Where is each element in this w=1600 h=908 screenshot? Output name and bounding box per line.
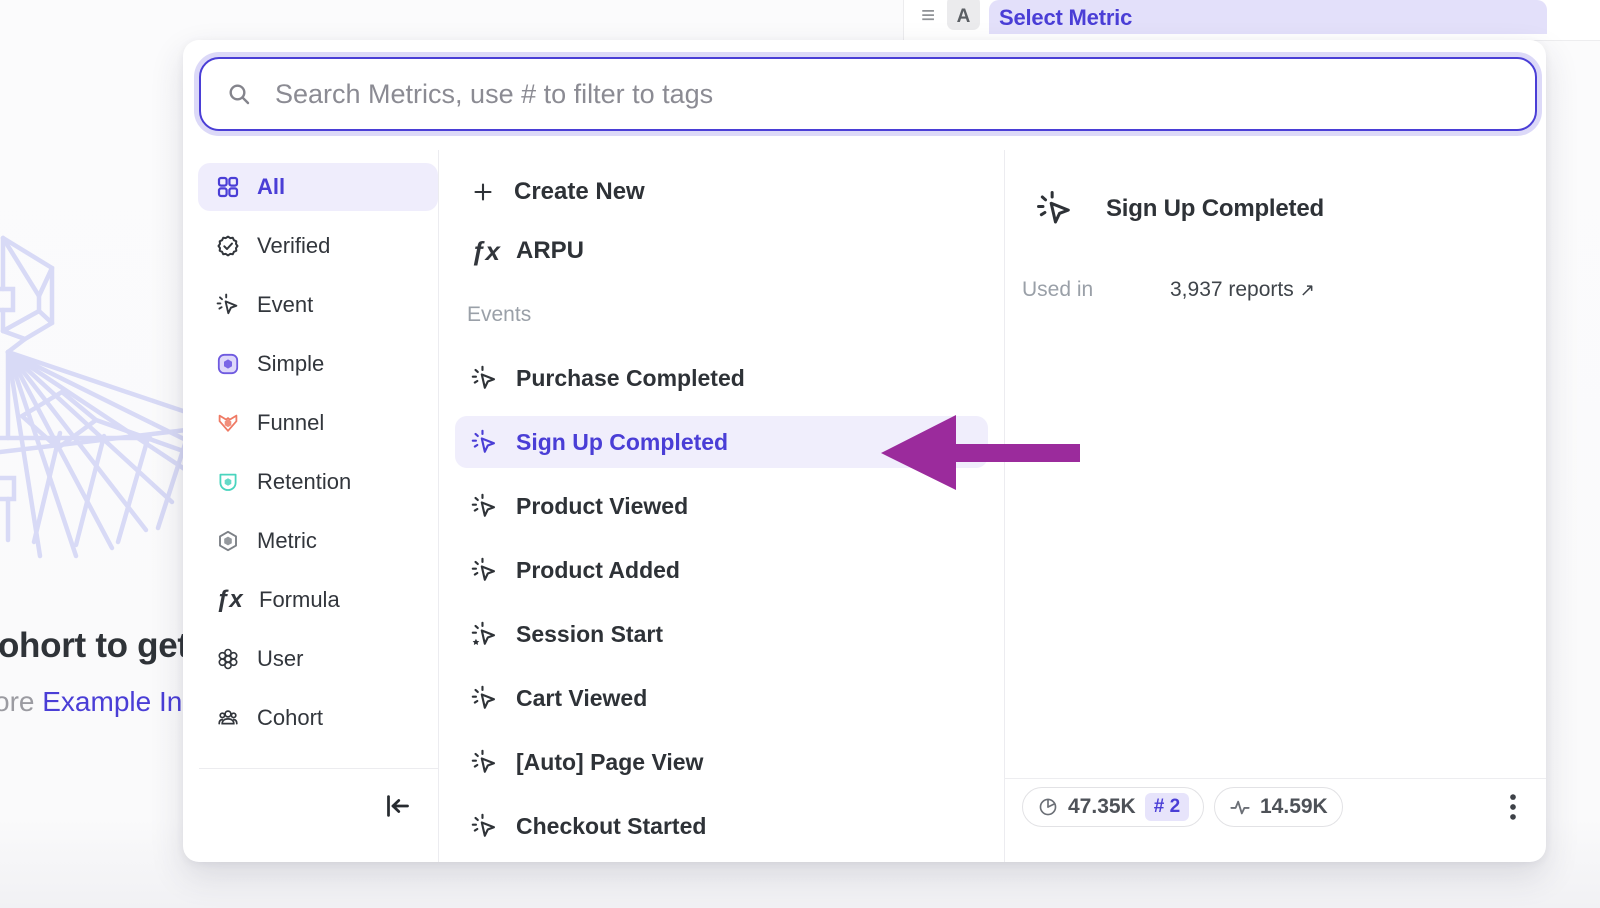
event-cursor-icon (216, 293, 240, 317)
search-input[interactable] (275, 79, 1509, 110)
used-in-row: Used in 3,937 reports ↗ (1022, 278, 1522, 302)
kebab-menu-icon[interactable] (1496, 790, 1530, 824)
sidebar-item-event[interactable]: Event (198, 281, 438, 329)
search-icon (227, 82, 251, 106)
used-in-reports-link[interactable]: 3,937 reports ↗ (1170, 278, 1315, 302)
verified-badge-icon (216, 234, 240, 258)
detail-header: Sign Up Completed (1036, 190, 1324, 228)
sidebar-item-label: Metric (257, 528, 317, 554)
sidebar-item-label: Event (257, 292, 313, 318)
list-item-label: [Auto] Page View (516, 749, 703, 776)
background-link-prefix: ore (0, 686, 42, 717)
sidebar-item-user[interactable]: User (198, 635, 438, 683)
sidebar-item-label: User (257, 646, 303, 672)
cohort-people-icon (216, 706, 240, 730)
create-new-button[interactable]: Create New (455, 168, 988, 216)
metric-picker-dialog: All Verified Event Simple Funnel Retenti… (183, 40, 1546, 862)
list-item-label: Checkout Started (516, 813, 706, 840)
retention-icon (216, 470, 240, 494)
sidebar-item-all[interactable]: All (198, 163, 438, 211)
sidebar-item-formula[interactable]: ƒx Formula (198, 576, 438, 624)
grid-icon (216, 175, 240, 199)
list-item-label: Session Start (516, 621, 663, 648)
sidebar-item-label: Funnel (257, 410, 324, 436)
list-item-product-viewed[interactable]: Product Viewed (455, 480, 988, 532)
list-item-sign-up-completed[interactable]: Sign Up Completed (455, 416, 988, 468)
list-item-cart-viewed[interactable]: Cart Viewed (455, 672, 988, 724)
detail-divider (1004, 150, 1005, 862)
metric-type-sidebar: All Verified Event Simple Funnel Retenti… (198, 163, 438, 753)
event-cursor-icon (471, 749, 498, 776)
event-cursor-icon (471, 429, 498, 456)
metric-list: Create New ƒx ARPU Events Purchase Compl… (455, 168, 988, 864)
list-item-label: Product Viewed (516, 493, 688, 520)
detail-footer-divider (1004, 778, 1546, 779)
sidebar-item-simple[interactable]: Simple (198, 340, 438, 388)
event-cursor-star-icon (471, 621, 498, 648)
list-item-arpu[interactable]: ƒx ARPU (455, 227, 988, 275)
background-link-line: ore Example Ins (0, 686, 196, 718)
rank-chip: # 2 (1145, 793, 1189, 821)
sidebar-footer-divider (199, 768, 438, 769)
pulse-icon (1229, 796, 1251, 818)
list-item-label: Product Added (516, 557, 680, 584)
funnel-icon (216, 411, 240, 435)
query-builder-panel: ≡ A Select Metric (903, 0, 1600, 40)
list-item-purchase-completed[interactable]: Purchase Completed (455, 352, 988, 404)
used-in-label: Used in (1022, 278, 1170, 302)
total-count-badge[interactable]: 47.35K # 2 (1022, 787, 1204, 827)
simple-metric-icon (216, 352, 240, 376)
event-cursor-icon (1036, 190, 1074, 228)
formula-fx-icon: ƒx (216, 586, 242, 614)
list-item-label: ARPU (516, 237, 584, 265)
formula-fx-icon: ƒx (471, 236, 497, 267)
event-cursor-icon (471, 493, 498, 520)
list-item-checkout-started[interactable]: Checkout Started (455, 800, 988, 852)
list-item-product-added[interactable]: Product Added (455, 544, 988, 596)
sidebar-item-label: Simple (257, 351, 324, 377)
create-new-label: Create New (514, 178, 645, 206)
list-item-session-start[interactable]: Session Start (455, 608, 988, 660)
select-metric-control[interactable]: Select Metric (989, 0, 1547, 34)
event-cursor-icon (471, 557, 498, 584)
sidebar-item-funnel[interactable]: Funnel (198, 399, 438, 447)
collapse-sidebar-icon[interactable] (382, 791, 412, 821)
total-count-value: 47.35K (1068, 795, 1136, 819)
sidebar-divider (438, 150, 439, 862)
list-item-auto-page-view[interactable]: [Auto] Page View (455, 736, 988, 788)
sidebar-item-retention[interactable]: Retention (198, 458, 438, 506)
sidebar-item-label: Formula (259, 587, 340, 613)
sidebar-item-cohort[interactable]: Cohort (198, 694, 438, 742)
example-insights-link[interactable]: Example Ins (42, 686, 196, 717)
user-cluster-icon (216, 647, 240, 671)
metric-hexagon-icon (216, 529, 240, 553)
activity-count-badge[interactable]: 14.59K (1214, 787, 1343, 827)
plus-icon (471, 180, 495, 204)
sidebar-item-label: Cohort (257, 705, 323, 731)
used-in-value: 3,937 reports (1170, 278, 1294, 301)
activity-count-value: 14.59K (1260, 795, 1328, 819)
sidebar-item-metric[interactable]: Metric (198, 517, 438, 565)
metric-search-box (199, 57, 1537, 131)
sidebar-item-verified[interactable]: Verified (198, 222, 438, 270)
events-section-header: Events (455, 300, 988, 330)
event-cursor-icon (471, 685, 498, 712)
sidebar-item-label: Retention (257, 469, 351, 495)
event-cursor-icon (471, 813, 498, 840)
series-a-badge: A (947, 0, 980, 30)
list-item-label: Cart Viewed (516, 685, 647, 712)
sidebar-item-label: Verified (257, 233, 330, 259)
sidebar-item-label: All (257, 174, 285, 200)
event-cursor-icon (471, 365, 498, 392)
drag-handle-icon[interactable]: ≡ (921, 2, 935, 30)
external-link-arrow-icon: ↗ (1300, 280, 1315, 300)
list-item-label: Sign Up Completed (516, 429, 728, 456)
pie-chart-icon (1037, 796, 1059, 818)
list-item-label: Purchase Completed (516, 365, 745, 392)
detail-title: Sign Up Completed (1106, 195, 1324, 223)
